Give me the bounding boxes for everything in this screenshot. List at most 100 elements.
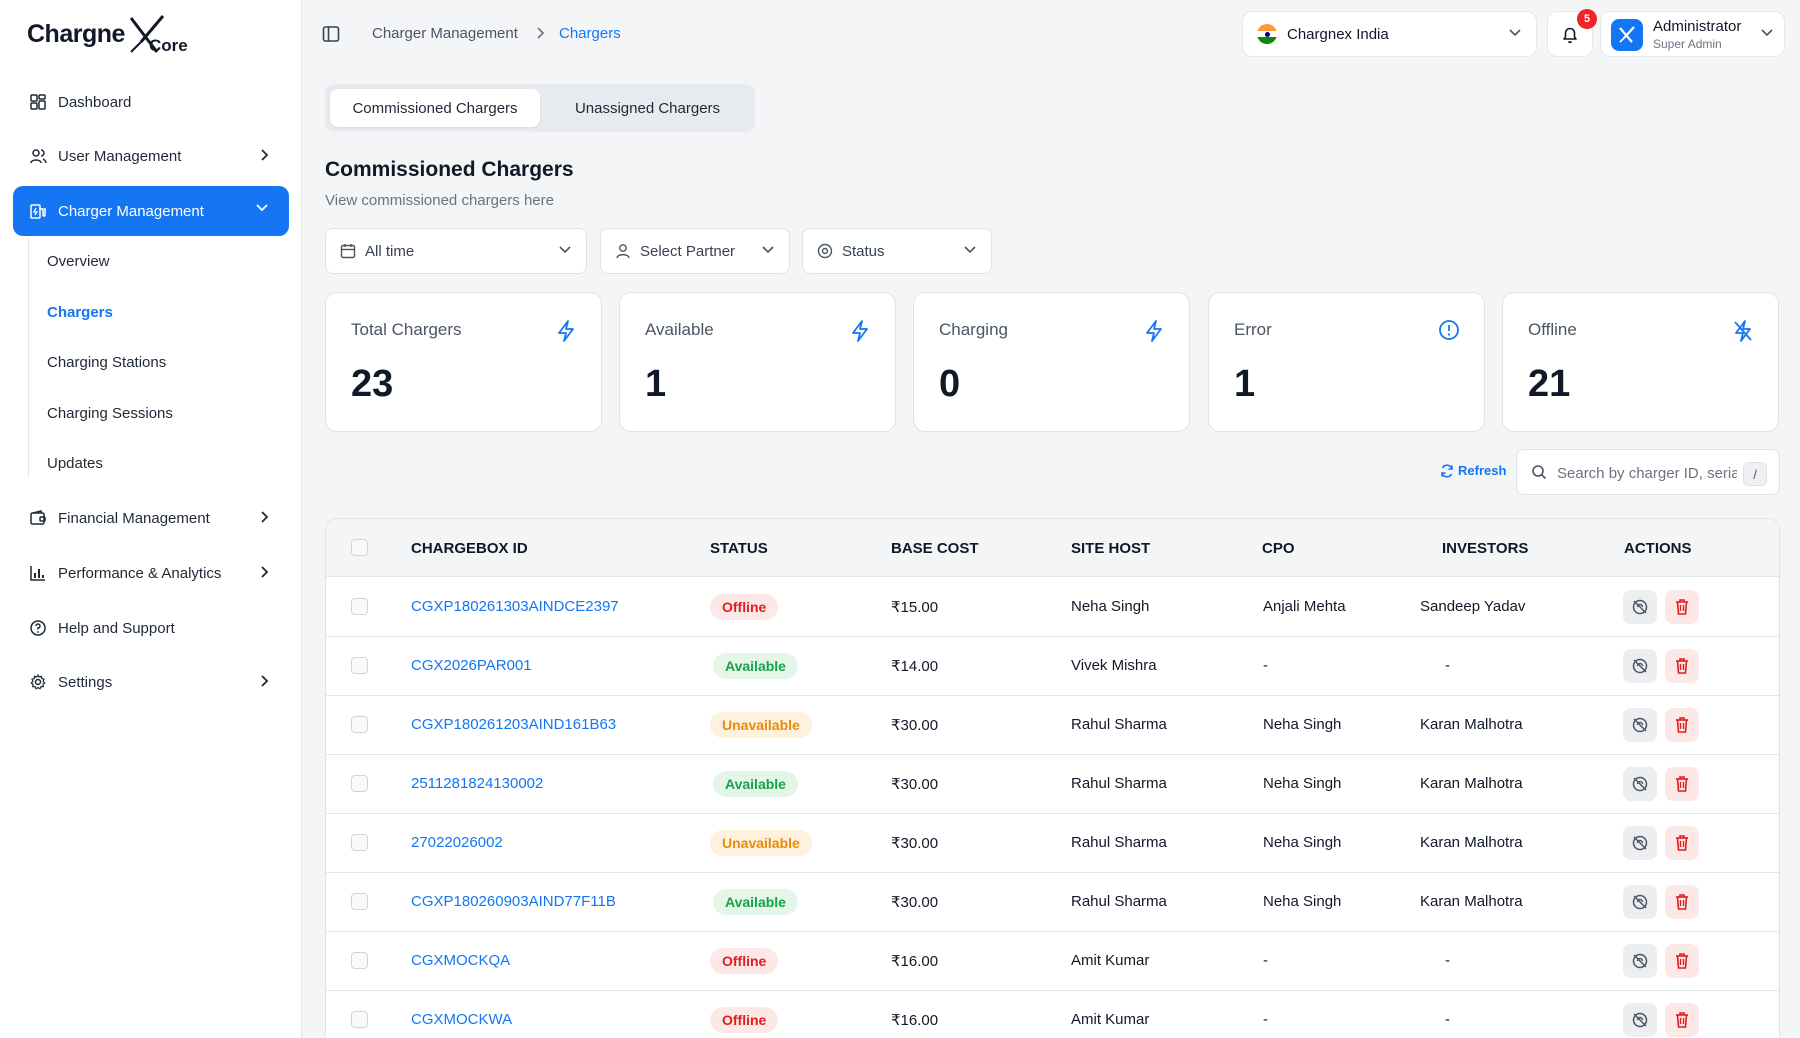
status-filter[interactable]: Status <box>802 228 992 274</box>
tab-unassigned-chargers[interactable]: Unassigned Chargers <box>545 89 750 127</box>
help-icon <box>29 619 47 637</box>
chargebox-id-link[interactable]: CGXP180261303AINDCE2397 <box>411 598 619 615</box>
submenu-guide <box>28 238 29 478</box>
row-checkbox[interactable] <box>351 657 368 674</box>
breadcrumb-parent[interactable]: Charger Management <box>372 25 518 42</box>
sidebar-subitem-overview[interactable]: Overview <box>47 253 110 270</box>
row-checkbox[interactable] <box>351 716 368 733</box>
table-row: 27022026002 Unavailable ₹30.00 Rahul Sharma… <box>326 814 1779 873</box>
column-header-cpo[interactable]: CPO <box>1262 540 1295 557</box>
base-cost-cell: ₹15.00 <box>891 599 939 616</box>
user-menu[interactable]: Administrator Super Admin <box>1600 11 1785 57</box>
search-box: / <box>1516 449 1780 495</box>
table-row: CGX2026PAR001 Available ₹14.00 Vivek Mishra… <box>326 637 1779 696</box>
search-input[interactable] <box>1557 462 1737 484</box>
delete-charger-button[interactable] <box>1665 649 1699 683</box>
refresh-button[interactable]: Refresh <box>1440 463 1506 478</box>
site-host-cell: Amit Kumar <box>1071 1011 1150 1028</box>
sidebar-subitem-updates[interactable]: Updates <box>47 455 103 472</box>
user-name: Administrator <box>1653 18 1742 35</box>
column-header-site-host[interactable]: SITE HOST <box>1071 540 1150 557</box>
chevron-right-icon <box>261 566 269 578</box>
base-cost-cell: ₹30.00 <box>891 894 939 911</box>
sidebar-item-charger-management[interactable]: Charger Management <box>13 186 289 236</box>
delete-charger-button[interactable] <box>1665 590 1699 624</box>
row-checkbox[interactable] <box>351 952 368 969</box>
disable-charger-button[interactable] <box>1623 649 1657 683</box>
base-cost-cell: ₹16.00 <box>891 1012 939 1029</box>
sidebar-item-user-management[interactable]: User Management <box>13 131 289 181</box>
time-range-value: All time <box>365 242 415 260</box>
chargebox-id-link[interactable]: CGXP180260903AIND77F11B <box>411 893 616 910</box>
status-badge: Available <box>713 889 798 915</box>
base-cost-cell: ₹14.00 <box>891 658 939 675</box>
avatar <box>1611 19 1643 51</box>
notifications-button[interactable]: 5 <box>1547 9 1597 57</box>
calendar-icon <box>340 243 356 259</box>
column-header-status[interactable]: STATUS <box>710 540 768 557</box>
column-header-chargebox-id[interactable]: CHARGEBOX ID <box>411 540 528 557</box>
row-checkbox[interactable] <box>351 1011 368 1028</box>
row-checkbox[interactable] <box>351 598 368 615</box>
select-all-checkbox[interactable] <box>351 539 368 556</box>
stat-label: Error <box>1234 320 1272 339</box>
organization-select[interactable]: Chargnex India <box>1242 11 1537 57</box>
chargebox-id-link[interactable]: 27022026002 <box>411 834 503 851</box>
trash-icon <box>1676 953 1688 969</box>
row-checkbox[interactable] <box>351 834 368 851</box>
disable-charger-button[interactable] <box>1623 885 1657 919</box>
trash-icon <box>1676 835 1688 851</box>
sidebar-subitem-charging-sessions[interactable]: Charging Sessions <box>47 405 173 422</box>
trash-icon <box>1676 1012 1688 1028</box>
chargebox-id-link[interactable]: CGX2026PAR001 <box>411 657 532 674</box>
delete-charger-button[interactable] <box>1665 767 1699 801</box>
breadcrumb-current[interactable]: Chargers <box>559 25 621 42</box>
row-checkbox[interactable] <box>351 775 368 792</box>
disable-charger-button[interactable] <box>1623 708 1657 742</box>
sidebar-item-financial-management[interactable]: Financial Management <box>13 493 289 543</box>
chargebox-id-link[interactable]: CGXMOCKWA <box>411 1011 512 1028</box>
partner-filter[interactable]: Select Partner <box>600 228 790 274</box>
disable-charger-button[interactable] <box>1623 944 1657 978</box>
disable-charger-button[interactable] <box>1623 590 1657 624</box>
sidebar-subitem-chargers[interactable]: Chargers <box>47 304 113 321</box>
chargebox-id-link[interactable]: CGXP180261203AIND161B63 <box>411 716 616 733</box>
sidebar-item-settings[interactable]: Settings <box>13 657 289 707</box>
refresh-label: Refresh <box>1458 463 1507 478</box>
stat-card-available: Available 1 <box>619 292 896 432</box>
sidebar-item-performance-analytics[interactable]: Performance & Analytics <box>13 548 289 598</box>
sidebar-item-label: Help and Support <box>58 619 175 637</box>
time-range-filter[interactable]: All time <box>325 228 587 274</box>
stat-value: 1 <box>645 363 667 405</box>
sidebar-subitem-charging-stations[interactable]: Charging Stations <box>47 354 166 371</box>
delete-charger-button[interactable] <box>1665 826 1699 860</box>
chargebox-id-link[interactable]: CGXMOCKQA <box>411 952 510 969</box>
disable-icon <box>1632 1012 1648 1028</box>
delete-charger-button[interactable] <box>1665 885 1699 919</box>
chevron-down-icon <box>1761 29 1773 37</box>
trash-icon <box>1676 776 1688 792</box>
sidebar-item-help-support[interactable]: Help and Support <box>13 603 289 653</box>
disable-charger-button[interactable] <box>1623 767 1657 801</box>
row-checkbox[interactable] <box>351 893 368 910</box>
sidebar-item-label: Settings <box>58 673 113 691</box>
column-header-base-cost[interactable]: BASE COST <box>891 540 979 557</box>
users-icon <box>29 147 47 165</box>
disable-charger-button[interactable] <box>1623 826 1657 860</box>
breadcrumb-separator-icon <box>537 27 545 39</box>
stat-label: Offline <box>1528 320 1577 339</box>
column-header-investors[interactable]: INVESTORS <box>1442 540 1528 557</box>
delete-charger-button[interactable] <box>1665 708 1699 742</box>
base-cost-cell: ₹30.00 <box>891 776 939 793</box>
tab-commissioned-chargers[interactable]: Commissioned Chargers <box>330 89 540 127</box>
sidebar-toggle-icon[interactable] <box>322 25 340 43</box>
chevron-down-icon <box>559 246 571 254</box>
sidebar-item-dashboard[interactable]: Dashboard <box>13 77 289 127</box>
india-flag-icon <box>1257 24 1277 44</box>
delete-charger-button[interactable] <box>1665 1003 1699 1037</box>
disable-charger-button[interactable] <box>1623 1003 1657 1037</box>
delete-charger-button[interactable] <box>1665 944 1699 978</box>
charger-tabs: Commissioned Chargers Unassigned Charger… <box>325 84 755 132</box>
chargebox-id-link[interactable]: 2511281824130002 <box>411 775 543 792</box>
partner-filter-value: Select Partner <box>640 242 736 260</box>
